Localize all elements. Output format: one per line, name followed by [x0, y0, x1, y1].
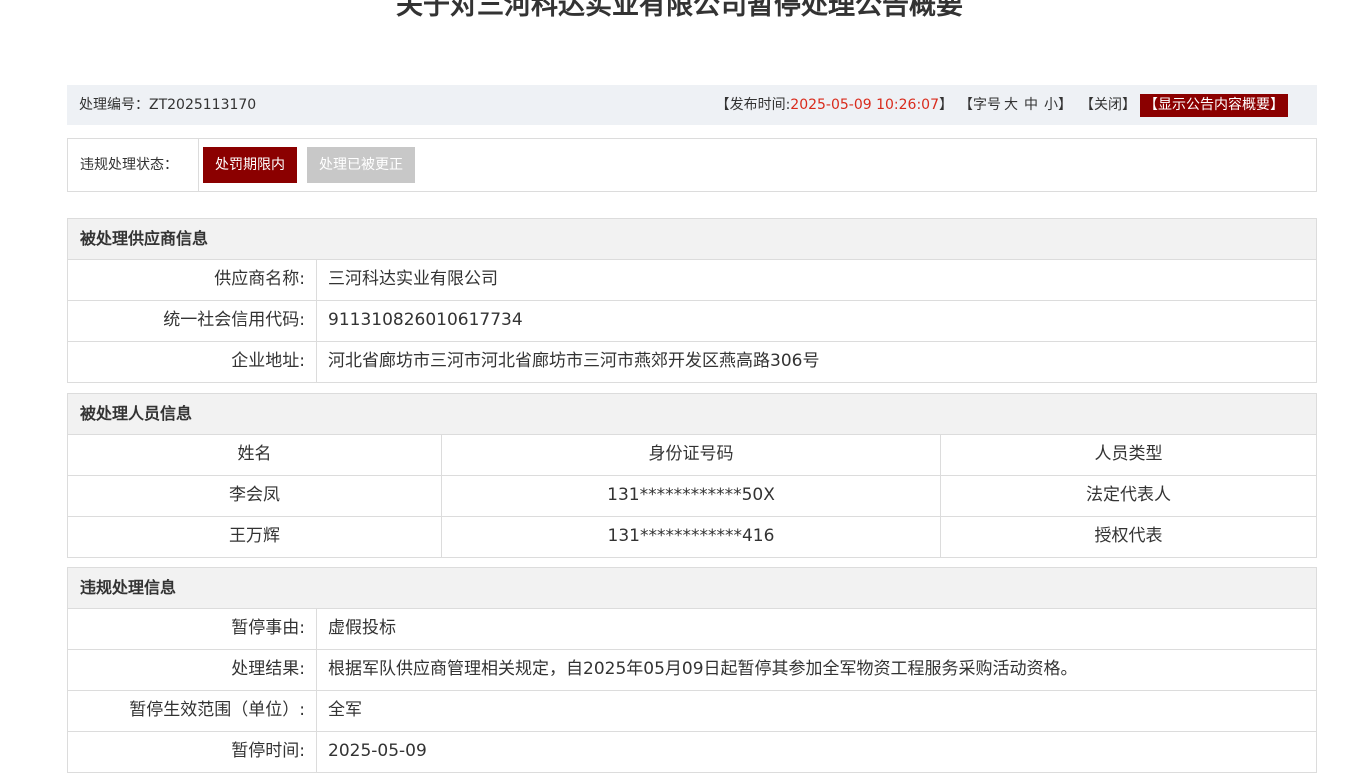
result-value: 根据军队供应商管理相关规定，自2025年05月09日起暂停其参加全军物资工程服务…: [328, 659, 1078, 679]
process-code: 处理编号：ZT2025113170: [79, 85, 256, 125]
process-code-value: ZT2025113170: [149, 97, 257, 113]
scope-label: 暂停生效范围（单位）:: [68, 691, 317, 731]
scope-row: 暂停生效范围（单位）: 全军: [68, 691, 1316, 732]
info-bar: 处理编号：ZT2025113170 【发布时间: 2025-05-09 10:2…: [67, 85, 1317, 125]
violation-status-box: 违规处理状态： 处罚期限内 处理已被更正: [67, 138, 1317, 192]
address-row: 企业地址: 河北省廊坊市三河市河北省廊坊市三河市燕郊开发区燕高路306号: [68, 342, 1316, 383]
violation-info-header: 违规处理信息: [68, 568, 1316, 609]
credit-code-value: 911310826010617734: [328, 310, 523, 330]
status-corrected-tab[interactable]: 处理已被更正: [307, 147, 415, 183]
publish-time: 2025-05-09 10:26:07: [790, 97, 939, 113]
font-large-link[interactable]: 大: [1004, 85, 1018, 125]
person-id: 131************50X: [442, 476, 941, 516]
scope-value: 全军: [328, 700, 362, 720]
address-label: 企业地址:: [68, 342, 317, 382]
person-type: 授权代表: [1094, 526, 1163, 546]
table-row: 李会凤 131************50X 法定代表人: [68, 476, 1316, 517]
status-label: 违规处理状态：: [68, 139, 199, 191]
publish-close: 】: [939, 97, 953, 113]
font-small-link[interactable]: 小】: [1044, 85, 1072, 125]
col-type-header: 人员类型: [1094, 444, 1163, 464]
col-id-header: 身份证号码: [442, 435, 941, 475]
person-name: 李会凤: [68, 476, 442, 516]
publish-label: 【发布时间:: [715, 97, 791, 113]
info-bar-actions: 【发布时间: 2025-05-09 10:26:07】 【字号 大 中 小】 【…: [716, 85, 1288, 125]
table-row: 王万辉 131************416 授权代表: [68, 517, 1316, 558]
font-medium-link[interactable]: 中: [1024, 85, 1038, 125]
supplier-name-value: 三河科达实业有限公司: [328, 269, 498, 289]
page-title: 关于对三河科达实业有限公司暂停处理公告概要: [396, 0, 963, 21]
supplier-name-label: 供应商名称:: [68, 260, 317, 300]
address-value: 河北省廊坊市三河市河北省廊坊市三河市燕郊开发区燕高路306号: [328, 351, 820, 371]
suspend-time-row: 暂停时间: 2025-05-09: [68, 732, 1316, 773]
persons-info-section: 被处理人员信息 姓名 身份证号码 人员类型 李会凤 131***********…: [67, 393, 1317, 558]
supplier-info-section: 被处理供应商信息 供应商名称: 三河科达实业有限公司 统一社会信用代码: 911…: [67, 218, 1317, 383]
result-row: 处理结果: 根据军队供应商管理相关规定，自2025年05月09日起暂停其参加全军…: [68, 650, 1316, 691]
suspend-reason-row: 暂停事由: 虚假投标: [68, 609, 1316, 650]
font-size-label: 【字号: [959, 97, 1001, 113]
persons-info-header: 被处理人员信息: [68, 394, 1316, 435]
result-label: 处理结果:: [68, 650, 317, 690]
violation-info-section: 违规处理信息 暂停事由: 虚假投标 处理结果: 根据军队供应商管理相关规定，自2…: [67, 567, 1317, 773]
suspend-time-value: 2025-05-09: [328, 741, 427, 761]
person-name: 王万辉: [68, 517, 442, 557]
show-summary-button[interactable]: 【显示公告内容概要】: [1140, 93, 1288, 117]
person-id: 131************416: [442, 517, 941, 557]
suspend-reason-value: 虚假投标: [328, 618, 396, 638]
credit-code-label: 统一社会信用代码:: [68, 301, 317, 341]
persons-table-header: 姓名 身份证号码 人员类型: [68, 435, 1316, 476]
credit-code-row: 统一社会信用代码: 911310826010617734: [68, 301, 1316, 342]
suspend-time-label: 暂停时间:: [68, 732, 317, 772]
supplier-name-row: 供应商名称: 三河科达实业有限公司: [68, 260, 1316, 301]
col-name-header: 姓名: [68, 435, 442, 475]
supplier-info-header: 被处理供应商信息: [68, 219, 1316, 260]
process-code-label: 处理编号：: [79, 97, 149, 113]
suspend-reason-label: 暂停事由:: [68, 609, 317, 649]
status-in-penalty-tab[interactable]: 处罚期限内: [203, 147, 297, 183]
close-link[interactable]: 【关闭】: [1080, 85, 1136, 125]
person-type: 法定代表人: [1086, 485, 1171, 505]
